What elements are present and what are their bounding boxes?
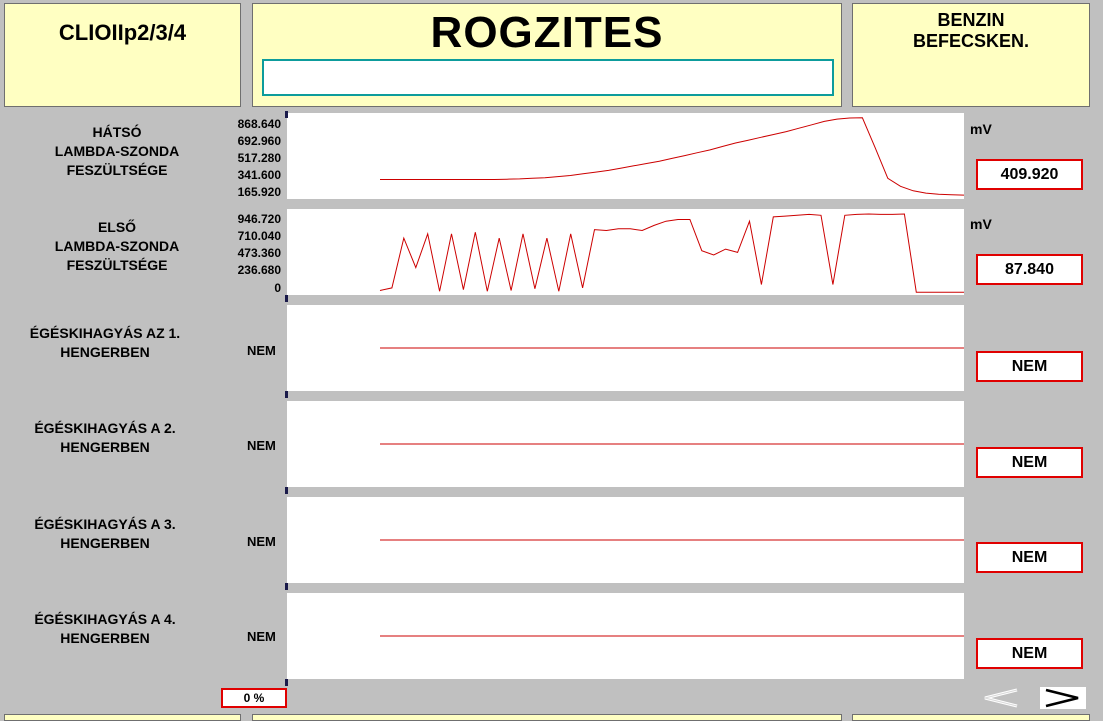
y-tick-label: 710.040	[237, 229, 281, 243]
y-tick-label: 341.600	[237, 168, 281, 182]
state-tick-label: NEM	[247, 629, 276, 644]
recording-name-field[interactable]	[262, 59, 834, 96]
header-title-panel: ROGZITES	[252, 3, 842, 107]
unit-label: mV	[970, 121, 992, 137]
channel-2-label-line: FESZÜLTSÉGE	[66, 257, 168, 273]
time-cursor-marker	[285, 111, 288, 118]
series-line	[379, 213, 964, 293]
channel-5-label: ÉGÉSKIHAGYÁS A 3. HENGERBEN	[10, 515, 200, 553]
channel-6-label-line: HENGERBEN	[60, 630, 150, 646]
rear-lambda-value: 409.920	[976, 159, 1083, 190]
time-cursor-marker	[285, 487, 288, 494]
chevron-right-icon	[1045, 688, 1079, 708]
unit-label: mV	[970, 216, 992, 232]
misfire-cyl-2-chart	[287, 401, 964, 487]
y-tick-label: 946.720	[237, 212, 281, 226]
channel-5-label-line: HENGERBEN	[60, 535, 150, 551]
channel-4-label-line: ÉGÉSKIHAGYÁS A 2.	[34, 420, 176, 436]
y-tick-label: 473.360	[237, 246, 281, 260]
system-label: BENZIN BEFECSKEN.	[853, 10, 1089, 52]
channel-1-label-line: FESZÜLTSÉGE	[66, 162, 168, 178]
y-tick-label: 165.920	[237, 185, 281, 199]
y-tick-label: 517.280	[237, 151, 281, 165]
state-tick-label: NEM	[247, 343, 276, 358]
footer-panel-right	[852, 714, 1090, 721]
time-cursor-marker	[285, 679, 288, 686]
y-tick-label: 236.680	[237, 263, 281, 277]
front-lambda-voltage-chart	[287, 209, 964, 295]
channel-2-label-line: LAMBDA-SZONDA	[54, 238, 180, 254]
front-lambda-value: 87.840	[976, 254, 1083, 285]
channel-6-label-line: ÉGÉSKIHAGYÁS A 4.	[34, 611, 176, 627]
system-label-line2: BEFECSKEN.	[912, 31, 1029, 51]
page-title: ROGZITES	[430, 8, 664, 57]
state-tick-label: NEM	[247, 438, 276, 453]
misfire-cyl-1-value: NEM	[976, 351, 1083, 382]
misfire-cyl-3-value: NEM	[976, 542, 1083, 573]
misfire-cyl-4-value: NEM	[976, 638, 1083, 669]
voltage-trace	[379, 213, 964, 293]
progress-indicator: 0 %	[221, 688, 287, 708]
footer-panel-middle	[252, 714, 842, 721]
channel-1-label-line: LAMBDA-SZONDA	[54, 143, 180, 159]
misfire-cyl-2-value: NEM	[976, 447, 1083, 478]
misfire-cyl-3-chart	[287, 497, 964, 583]
channel-3-label-line: HENGERBEN	[60, 344, 150, 360]
channel-5-label-line: ÉGÉSKIHAGYÁS A 3.	[34, 516, 176, 532]
footer-panel-left	[4, 714, 241, 721]
header-model-panel: CLIOIIp2/3/4	[4, 3, 241, 107]
y-tick-label: 0	[274, 281, 281, 295]
channel-2-label-line: ELSŐ	[97, 219, 137, 235]
prev-page-button[interactable]	[977, 687, 1024, 709]
channel-2-label: ELSŐ LAMBDA-SZONDA FESZÜLTSÉGE	[44, 218, 190, 275]
voltage-trace	[380, 117, 964, 196]
channel-1-label-line: HÁTSÓ	[92, 124, 142, 140]
misfire-cyl-4-chart	[287, 593, 964, 679]
time-cursor-marker	[285, 583, 288, 590]
channel-3-label-line: ÉGÉSKIHAGYÁS AZ 1.	[29, 325, 181, 341]
y-tick-label: 868.640	[237, 117, 281, 131]
misfire-trace	[380, 635, 964, 637]
misfire-trace	[380, 347, 964, 349]
time-cursor-marker	[285, 391, 288, 398]
state-tick-label: NEM	[247, 534, 276, 549]
series-line	[380, 117, 964, 196]
header-system-panel: BENZIN BEFECSKEN.	[852, 3, 1090, 107]
chevron-left-icon	[984, 688, 1018, 708]
system-label-line1: BENZIN	[937, 10, 1005, 30]
channel-6-label: ÉGÉSKIHAGYÁS A 4. HENGERBEN	[10, 610, 200, 648]
time-cursor-marker	[285, 295, 288, 302]
misfire-trace	[380, 443, 964, 445]
rear-lambda-voltage-chart	[287, 113, 964, 199]
misfire-cyl-1-chart	[287, 305, 964, 391]
channel-4-label-line: HENGERBEN	[60, 439, 150, 455]
next-page-button[interactable]	[1040, 687, 1086, 709]
channel-3-label: ÉGÉSKIHAGYÁS AZ 1. HENGERBEN	[10, 324, 200, 362]
y-tick-label: 692.960	[237, 134, 281, 148]
vehicle-model-label: CLIOIIp2/3/4	[58, 20, 187, 45]
channel-1-label: HÁTSÓ LAMBDA-SZONDA FESZÜLTSÉGE	[44, 123, 190, 180]
channel-4-label: ÉGÉSKIHAGYÁS A 2. HENGERBEN	[10, 419, 200, 457]
misfire-trace	[380, 539, 964, 541]
